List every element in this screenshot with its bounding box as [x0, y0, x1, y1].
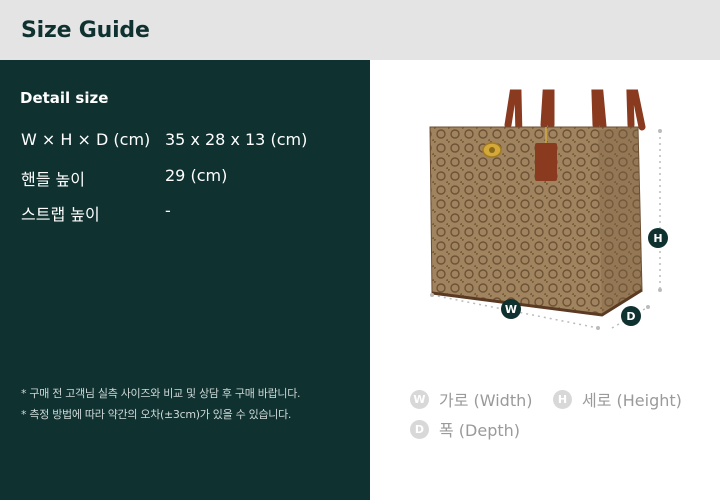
height-marker-label: H — [653, 232, 662, 245]
spec-label: 핸들 높이 — [21, 170, 85, 189]
spec-value: - — [165, 201, 171, 220]
legend-width: W 가로 (Width) — [410, 387, 533, 411]
legend-depth: D 폭 (Depth) — [410, 417, 520, 441]
width-marker: W — [501, 299, 521, 319]
page-title: Size Guide — [21, 17, 150, 43]
legend-height: H 세로 (Height) — [553, 387, 682, 411]
depth-marker-label: D — [626, 310, 635, 323]
legend-label: 폭 (Depth) — [439, 421, 521, 440]
width-marker-label: W — [505, 303, 517, 316]
legend-label: 가로 (Width) — [439, 391, 533, 410]
detail-size-title: Detail size — [20, 89, 109, 107]
spec-value: 29 (cm) — [165, 166, 228, 185]
height-marker: H — [648, 228, 668, 248]
detail-size-panel: Detail size W × H × D (cm) 35 x 28 x 13 … — [0, 60, 370, 500]
spec-label: W × H × D (cm) — [21, 130, 151, 149]
bag-diagram-panel: H W D W 가로 (Width) H 세로 (Height) D 폭 (De… — [370, 60, 720, 500]
bag-image: H W D — [429, 89, 668, 330]
header-bar: Size Guide — [0, 0, 720, 60]
note-measurement-error: * 측정 방법에 따라 약간의 오차(±3cm)가 있을 수 있습니다. — [21, 408, 292, 421]
legend-label: 세로 (Height) — [582, 391, 682, 410]
width-badge-icon: W — [410, 389, 429, 409]
height-badge-icon: H — [553, 389, 572, 409]
depth-badge-icon: D — [410, 419, 429, 439]
spec-value: 35 x 28 x 13 (cm) — [165, 130, 308, 149]
depth-marker: D — [621, 306, 641, 326]
note-compare-size: * 구매 전 고객님 실측 사이즈와 비교 및 상담 후 구매 바랍니다. — [21, 387, 301, 400]
spec-label: 스트랩 높이 — [21, 205, 100, 224]
